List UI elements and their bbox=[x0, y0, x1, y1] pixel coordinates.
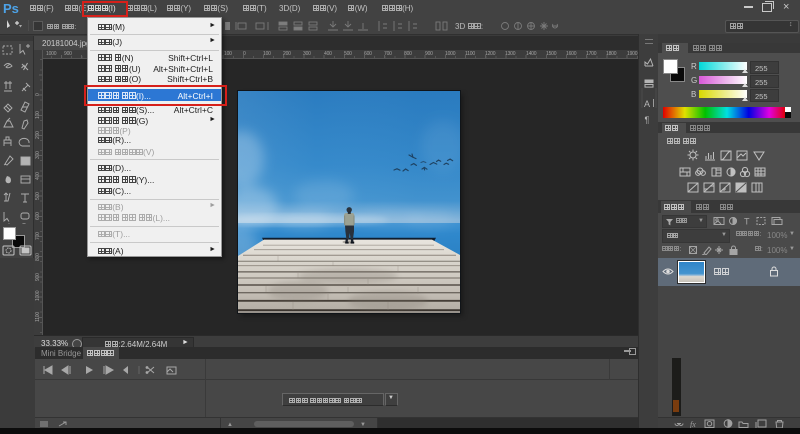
svg-text:A: A bbox=[644, 99, 650, 109]
svg-text:T: T bbox=[744, 217, 750, 227]
svg-text:fx: fx bbox=[690, 420, 696, 428]
svg-text:¶: ¶ bbox=[645, 115, 650, 125]
